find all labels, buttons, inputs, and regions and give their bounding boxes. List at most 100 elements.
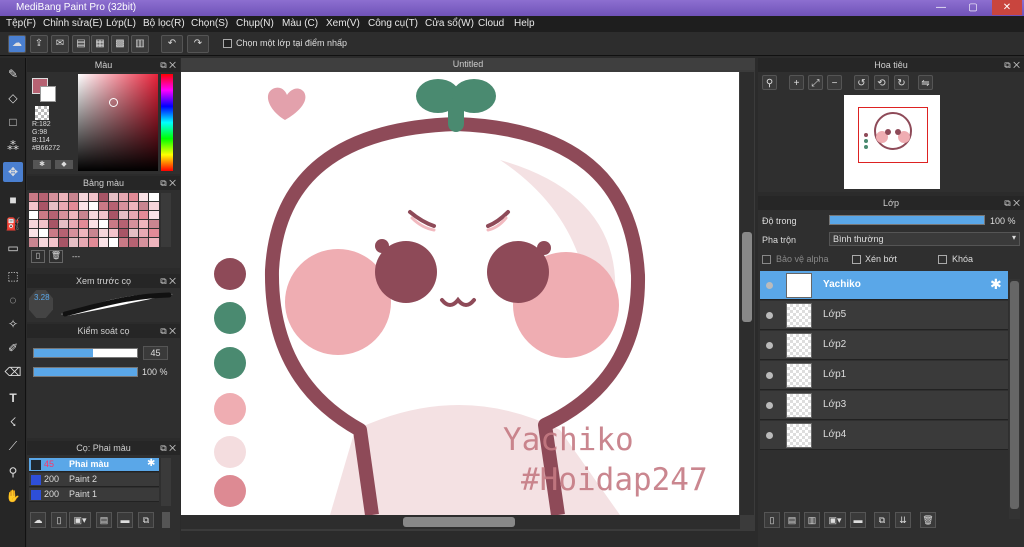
eye-icon[interactable]: [766, 342, 773, 349]
menu-cloud[interactable]: Cloud: [478, 18, 504, 29]
palette-swatch[interactable]: [28, 192, 40, 203]
palette-swatch[interactable]: [58, 210, 70, 221]
cloud-icon[interactable]: ☁: [8, 35, 26, 53]
blend-mode-select[interactable]: Bình thường ▾: [829, 232, 1020, 246]
maximize-button[interactable]: ▢: [962, 0, 984, 15]
palette-swatch[interactable]: [128, 210, 140, 221]
brush-list-hscroll[interactable]: [162, 512, 170, 528]
layer-row[interactable]: Lớp3: [760, 391, 1008, 420]
fit-icon[interactable]: ⤢: [808, 75, 823, 90]
menu-layer[interactable]: Lớp(L): [106, 18, 136, 29]
layer-row[interactable]: Lớp5: [760, 301, 1008, 330]
undo-icon[interactable]: ↶: [161, 35, 183, 53]
panel-popout-icon[interactable]: ⧉ ✕: [1004, 196, 1020, 210]
layer-row[interactable]: Lớp2: [760, 331, 1008, 360]
fill-rect-tool-icon[interactable]: ■: [3, 190, 23, 210]
layers-scrollbar[interactable]: [1009, 279, 1020, 519]
brush-size-slider[interactable]: [33, 348, 138, 358]
palette-swatch[interactable]: [58, 228, 70, 239]
palette-swatch[interactable]: [88, 237, 100, 248]
palette-swatch[interactable]: [148, 237, 160, 248]
hand-tool-icon[interactable]: ✋: [3, 486, 23, 506]
palette-swatch[interactable]: [58, 237, 70, 248]
canvas-vscroll-thumb[interactable]: [742, 232, 752, 322]
palette-swatch[interactable]: [28, 228, 40, 239]
palette-swatch[interactable]: [78, 237, 90, 248]
operation-tool-icon[interactable]: ☇: [3, 412, 23, 432]
rotate-right-icon[interactable]: ↻: [894, 75, 909, 90]
protect-alpha-checkbox[interactable]: [762, 255, 771, 264]
palette-swatch[interactable]: [28, 219, 40, 230]
brush-item[interactable]: 200 Paint 2: [29, 473, 159, 487]
new-layer-icon[interactable]: ▯: [764, 512, 780, 528]
palette-swatch[interactable]: [68, 192, 80, 203]
lock-checkbox[interactable]: [938, 255, 947, 264]
menu-capture[interactable]: Chụp(N): [236, 18, 274, 29]
palette-swatch[interactable]: [28, 237, 40, 248]
palette-swatch[interactable]: [78, 210, 90, 221]
dot-tool-icon[interactable]: ⁂: [3, 136, 23, 156]
palette-swatch[interactable]: [138, 210, 150, 221]
delete-layer-icon[interactable]: 🗑: [920, 512, 936, 528]
clipping-checkbox[interactable]: [852, 255, 861, 264]
palette-swatch[interactable]: [38, 192, 50, 203]
palette-swatch[interactable]: [28, 201, 40, 212]
palette-swatch[interactable]: [128, 228, 140, 239]
eye-icon[interactable]: [766, 372, 773, 379]
brush-list-scrollbar[interactable]: [161, 458, 171, 506]
layer-row[interactable]: Lớp1: [760, 361, 1008, 390]
canvas-vscrollbar[interactable]: [740, 72, 754, 515]
palette-swatch[interactable]: [48, 201, 60, 212]
palette-swatch[interactable]: [68, 237, 80, 248]
gear-icon[interactable]: ✱: [990, 276, 1002, 293]
palette-swatch[interactable]: [128, 237, 140, 248]
panel-popout-icon[interactable]: ⧉ ✕: [160, 324, 176, 338]
menu-file[interactable]: Tệp(F): [6, 18, 36, 29]
zoom-in-icon[interactable]: +: [789, 75, 804, 90]
magic-wand-icon[interactable]: ✧: [3, 314, 23, 334]
layer-folder-icon[interactable]: ▬: [850, 512, 866, 528]
canvas-tab[interactable]: Untitled: [181, 58, 755, 70]
palette-swatch[interactable]: [38, 210, 50, 221]
duplicate-layer-icon[interactable]: ⧉: [874, 512, 890, 528]
minimize-button[interactable]: —: [930, 0, 952, 15]
flip-icon[interactable]: ⇋: [918, 75, 933, 90]
palette-swatch[interactable]: [98, 210, 110, 221]
divide-tool-icon[interactable]: ⟋: [3, 436, 23, 456]
add-brush-cloud-icon[interactable]: ☁: [30, 512, 46, 528]
menu-filter[interactable]: Bộ lọc(R): [143, 18, 185, 29]
palette-swatch[interactable]: [118, 219, 130, 230]
menu-edit[interactable]: Chỉnh sửa(E): [43, 18, 103, 29]
upload-icon[interactable]: ⇪: [30, 35, 48, 53]
palette-swatch[interactable]: [128, 192, 140, 203]
palette-swatch[interactable]: [148, 219, 160, 230]
comment-icon[interactable]: ✉: [51, 35, 69, 53]
new-palette-icon[interactable]: ▯: [31, 250, 45, 263]
select-layer-checkbox[interactable]: [223, 39, 232, 48]
brush-copy-icon[interactable]: ⧉: [138, 512, 154, 528]
palette-swatch[interactable]: [48, 237, 60, 248]
layer-opacity-slider[interactable]: [829, 215, 985, 225]
close-button[interactable]: ✕: [992, 0, 1022, 15]
brush-tool-icon[interactable]: ✎: [3, 64, 23, 84]
palette-swatch[interactable]: [38, 237, 50, 248]
palette-swatch[interactable]: [138, 201, 150, 212]
color-mode-button[interactable]: ✱: [33, 160, 51, 169]
brush-opacity-slider[interactable]: [33, 367, 138, 377]
menu-help[interactable]: Help: [514, 18, 535, 29]
secondary-color-swatch[interactable]: [40, 86, 56, 102]
palette-swatch[interactable]: [88, 210, 100, 221]
palette-swatch[interactable]: [138, 219, 150, 230]
tiles-icon[interactable]: ▥: [131, 35, 149, 53]
merge-layer-icon[interactable]: ⇊: [895, 512, 911, 528]
canvas-hscrollbar[interactable]: [181, 515, 740, 529]
brush-add-menu-icon[interactable]: ▣▾: [69, 512, 91, 528]
menu-color[interactable]: Màu (C): [282, 18, 318, 29]
palette-swatch[interactable]: [138, 237, 150, 248]
canvas-hscroll-thumb[interactable]: [403, 517, 515, 527]
palette-swatch[interactable]: [58, 192, 70, 203]
layer-row[interactable]: Lớp4: [760, 421, 1008, 450]
zoom-out-icon[interactable]: −: [827, 75, 842, 90]
palette-swatch[interactable]: [58, 219, 70, 230]
menu-view[interactable]: Xem(V): [326, 18, 360, 29]
